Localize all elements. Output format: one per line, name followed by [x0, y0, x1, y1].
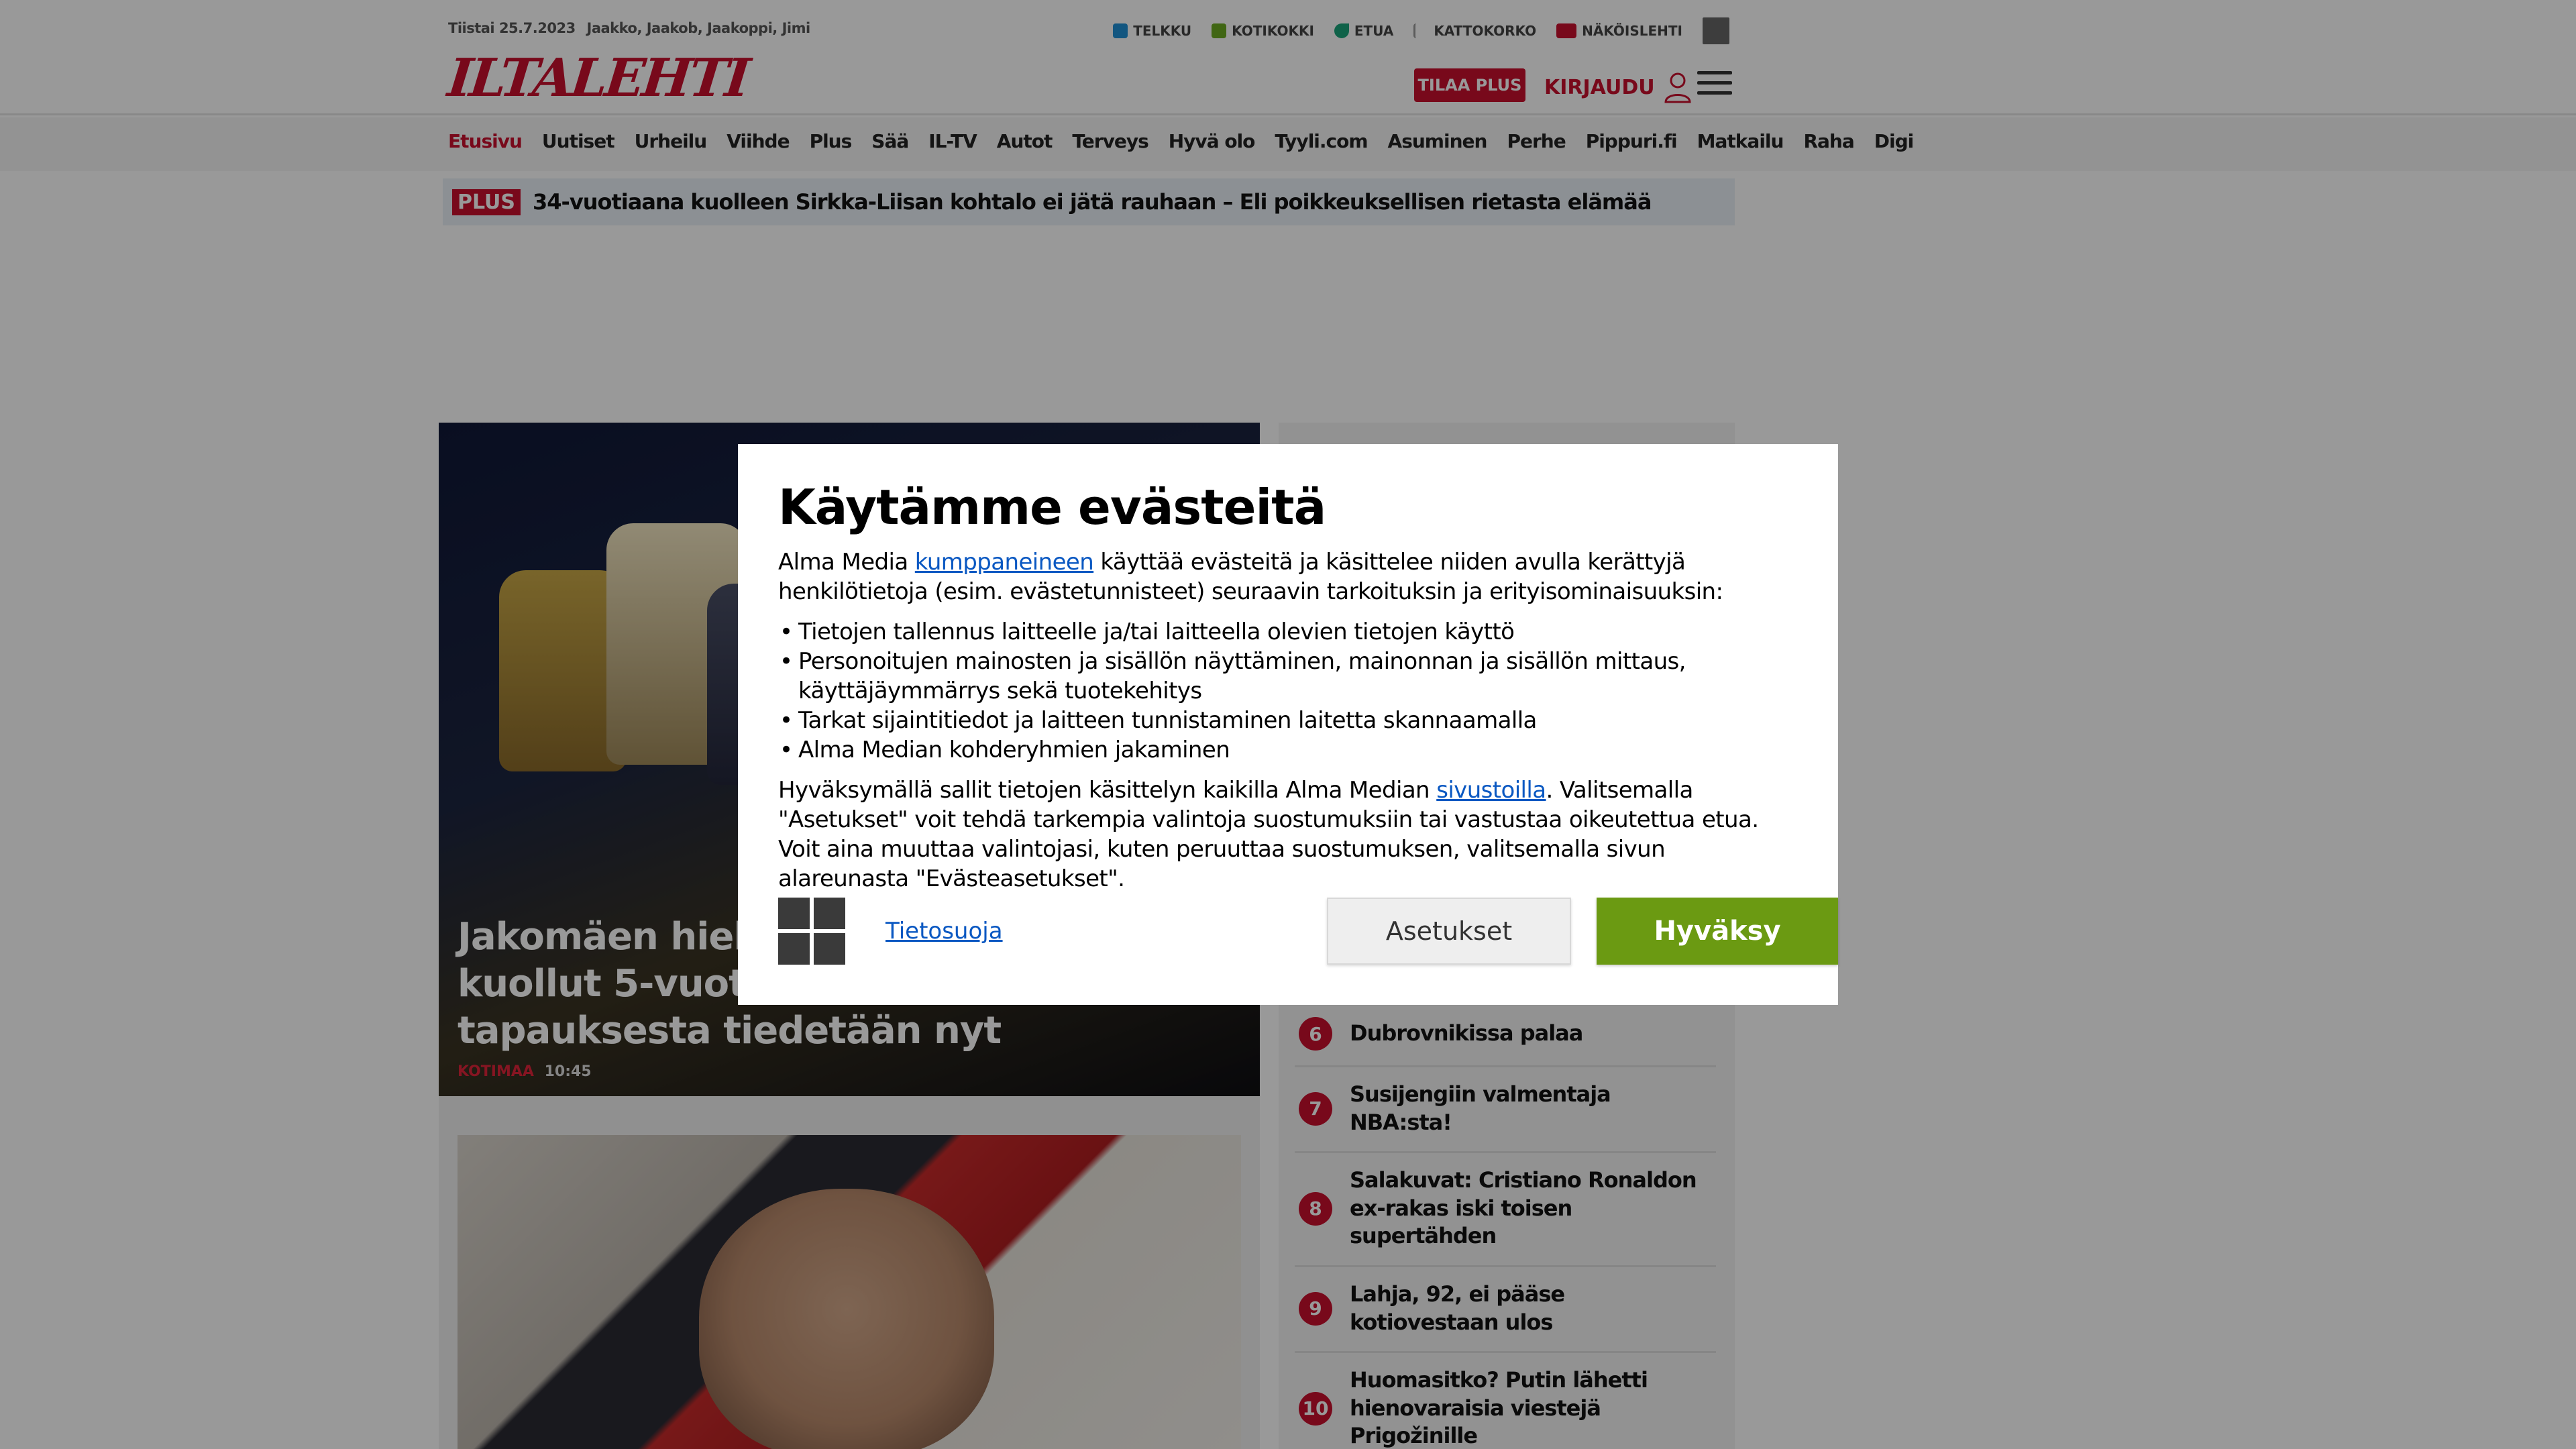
consent-outro: Hyväksymällä sallit tietojen käsittelyn … [778, 775, 1798, 894]
cookie-consent-dialog: Käytämme evästeitä Alma Media kumppanein… [738, 444, 1838, 1005]
consent-intro: Alma Media kumppaneineen käyttää evästei… [778, 547, 1798, 606]
settings-button[interactable]: Asetukset [1327, 898, 1571, 965]
accept-button[interactable]: Hyväksy [1597, 898, 1838, 965]
partners-link[interactable]: kumppaneineen [915, 549, 1094, 576]
purpose-item: Tietojen tallennus laitteelle ja/tai lai… [778, 617, 1798, 647]
purposes-list: Tietojen tallennus laitteelle ja/tai lai… [778, 617, 1798, 765]
consent-title: Käytämme evästeitä [778, 479, 1326, 535]
purpose-item: Tarkat sijaintitiedot ja laitteen tunnis… [778, 706, 1798, 735]
outro-text-start: Hyväksymällä sallit tietojen käsittelyn … [778, 777, 1437, 804]
privacy-link[interactable]: Tietosuoja [885, 918, 1003, 945]
purpose-item: Alma Median kohderyhmien jakaminen [778, 735, 1798, 765]
sites-link[interactable]: sivustoilla [1436, 777, 1546, 804]
purpose-item: Personoitujen mainosten ja sisällön näyt… [778, 647, 1798, 706]
consent-footer: Tietosuoja Asetukset Hyväksy [778, 898, 1838, 965]
alma-logo-icon [778, 898, 845, 965]
intro-text-start: Alma Media [778, 549, 915, 576]
